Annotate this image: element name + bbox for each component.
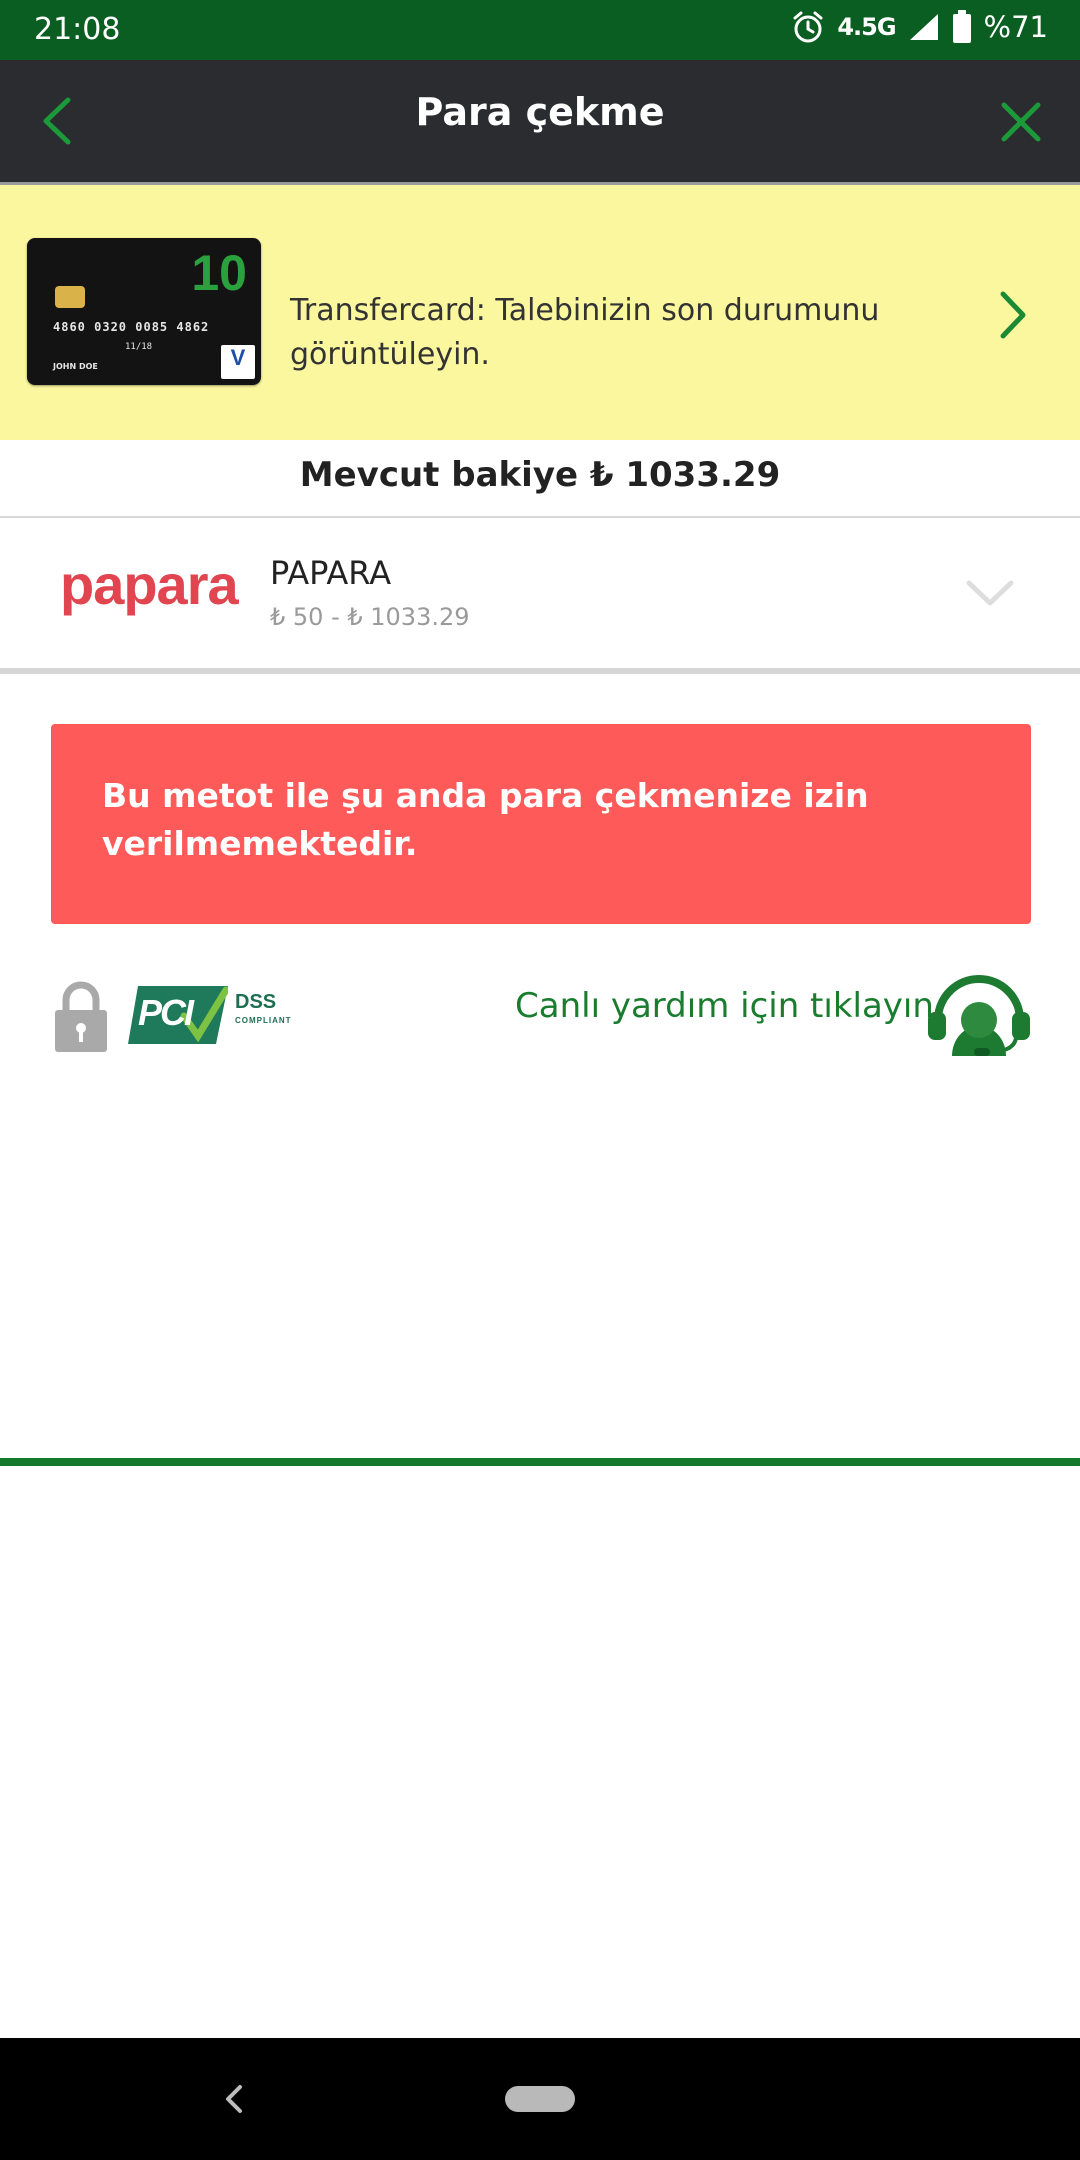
page-title: Para çekme [415,90,665,134]
available-balance: Mevcut bakiye ₺ 1033.29 [299,455,781,495]
status-time: 21:08 [34,12,121,47]
card-brand-logo: V [221,345,255,379]
navigation-bar [0,2038,1080,2160]
transfercard-image: 10 4860 0320 0085 4862 11/18 JOHN DOE V [27,238,261,385]
live-help-link[interactable]: Canlı yardım için tıklayın [515,986,934,1026]
nav-home-pill[interactable] [505,2086,575,2112]
battery-icon [952,10,971,43]
headset-icon[interactable] [926,972,1032,1056]
chevron-down-icon[interactable] [965,578,1015,608]
alert-message: Bu metot ile şu anda para çekmenize izin… [102,776,869,863]
app-bar: Para çekme [0,60,1080,185]
transfercard-banner[interactable]: 10 4860 0320 0085 4862 11/18 JOHN DOE V … [0,185,1080,440]
lock-icon [55,981,107,1052]
nav-back-icon[interactable] [220,2082,250,2116]
signal-icon [909,14,938,40]
banner-text: Transfercard: Talebinizin son durumunu g… [290,293,880,372]
battery-percent: %71 [983,10,1048,44]
close-icon[interactable] [992,93,1050,151]
method-name: PAPARA [270,554,392,592]
green-divider [0,1458,1080,1466]
card-chip [55,286,85,308]
compliant-text: COMPLIANT [235,1016,292,1025]
alarm-icon [793,11,823,43]
card-holder: JOHN DOE [53,362,98,371]
pci-dss-logo: PCI DSS COMPLIANT [128,980,298,1050]
papara-logo: papara [60,553,239,616]
method-range: ₺ 50 - ₺ 1033.29 [270,603,470,631]
card-expiry: 11/18 [125,342,153,352]
balance-bar: Mevcut bakiye ₺ 1033.29 [0,440,1080,518]
status-icons: 4.5G %71 [791,10,1048,44]
dss-text: DSS [235,991,277,1013]
card-number: 4860 0320 0085 4862 [53,320,210,334]
card-badge: 10 [191,245,247,301]
payment-method-selector[interactable]: papara PAPARA ₺ 50 - ₺ 1033.29 [0,518,1080,674]
status-bar: 21:08 4.5G %71 [0,0,1080,60]
error-alert: Bu metot ile şu anda para çekmenize izin… [51,724,1031,924]
card-brand-letter: V [230,345,246,370]
network-type: 4.5G [837,13,896,41]
chevron-right-icon[interactable] [995,288,1031,342]
pci-text: PCI [138,992,194,1033]
